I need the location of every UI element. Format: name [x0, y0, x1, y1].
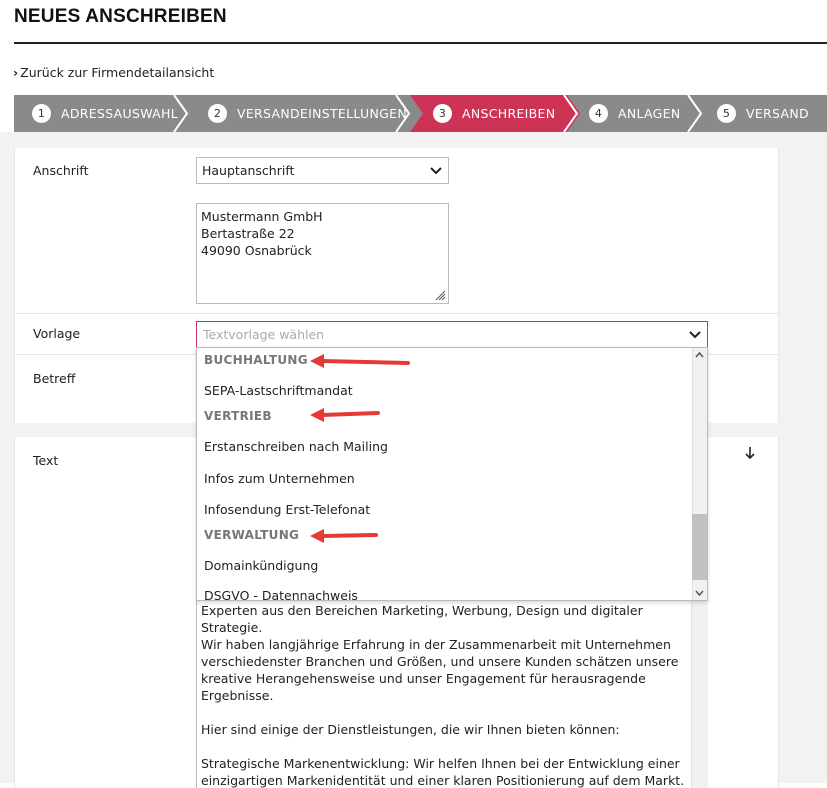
step-label: VERSAND: [746, 106, 809, 121]
dropdown-option[interactable]: SEPA-Lastschriftmandat: [204, 383, 353, 398]
text-line: einzigartigen Markenidentität und einer …: [201, 773, 685, 788]
step-number: 5: [717, 104, 736, 123]
text-line: Experten aus den Bereichen Marketing, We…: [201, 603, 643, 635]
panel-top-gutter: [14, 132, 779, 148]
text-line: kreative Herangehensweise und unser Enga…: [201, 671, 646, 686]
text-line: Hier sind einige der Dienstleistungen, d…: [201, 722, 620, 737]
chevron-down-icon: [689, 330, 701, 338]
red-arrow-icon: [310, 529, 378, 543]
text-line: Wir haben langjährige Erfahrung in der Z…: [201, 637, 671, 652]
dropdown-option[interactable]: Infosendung Erst-Telefonat: [204, 502, 370, 517]
anschrift-selected-value: Hauptanschrift: [202, 163, 295, 178]
chevron-down-icon: [430, 166, 442, 174]
back-to-company-link[interactable]: › Zurück zur Firmendetailansicht: [13, 65, 214, 80]
step-separator-icon: [563, 95, 579, 132]
wizard-stepper: 1 ADRESSAUSWAHL 2 VERSANDEINSTELLUNGEN 3…: [14, 95, 827, 132]
panel-left-gutter: [0, 132, 14, 783]
template-select[interactable]: Textvorlage wählen: [196, 321, 708, 348]
betreff-label: Betreff: [33, 371, 76, 386]
step-label: ANLAGEN: [618, 106, 681, 121]
step-number: 3: [433, 104, 452, 123]
text-line: Strategische Markenentwicklung: Wir helf…: [201, 756, 680, 771]
back-link-label: Zurück zur Firmendetailansicht: [20, 65, 215, 80]
step-label: ADRESSAUSWAHL: [61, 106, 178, 121]
dropdown-option[interactable]: DSGVO - Datennachweis: [204, 588, 358, 600]
dropdown-group-header: VERWALTUNG: [204, 528, 300, 542]
dropdown-option[interactable]: Domainkündigung: [204, 558, 318, 573]
address-line: 49090 Osnabrück: [201, 243, 312, 258]
scroll-down-button[interactable]: [692, 586, 707, 600]
step-number: 2: [208, 104, 227, 123]
template-placeholder: Textvorlage wählen: [203, 327, 325, 342]
step-dispatch[interactable]: 5 VERSAND: [717, 95, 809, 132]
template-dropdown-list: BUCHHALTUNG SEPA-Lastschriftmandat VERTR…: [196, 347, 708, 601]
anschrift-select[interactable]: Hauptanschrift: [196, 157, 449, 184]
step-number: 4: [589, 104, 608, 123]
address-line: Bertastraße 22: [201, 226, 295, 241]
red-arrow-icon: [310, 354, 410, 368]
dropdown-group-header: VERTRIEB: [204, 409, 272, 423]
step-attachments[interactable]: 4 ANLAGEN: [589, 95, 681, 132]
anschrift-label: Anschrift: [33, 163, 89, 178]
text-line: Ergebnisse.: [201, 688, 274, 703]
row-divider: [14, 313, 779, 314]
dropdown-option[interactable]: Erstanschreiben nach Mailing: [204, 439, 388, 454]
step-address-selection[interactable]: 1 ADRESSAUSWAHL: [32, 95, 178, 132]
text-line: verschiedenster Branchen und Größen, und…: [201, 654, 679, 669]
chevron-down-icon: [695, 590, 704, 596]
step-number: 1: [32, 104, 51, 123]
dropdown-scroll-thumb[interactable]: [692, 514, 707, 580]
step-shipping-settings[interactable]: 2 VERSANDEINSTELLUNGEN: [208, 95, 407, 132]
dropdown-group-header: BUCHHALTUNG: [204, 353, 308, 367]
step-separator-icon: [687, 95, 703, 132]
address-line: Mustermann GmbH: [201, 209, 323, 224]
step-label: ANSCHREIBEN: [462, 106, 556, 121]
address-textarea[interactable]: Mustermann GmbH Bertastraße 22 49090 Osn…: [196, 203, 449, 304]
chevron-up-icon: [695, 352, 704, 358]
text-scrollbar[interactable]: [691, 598, 708, 788]
scroll-up-button[interactable]: [692, 348, 707, 362]
letter-text-editor[interactable]: Experten aus den Bereichen Marketing, We…: [196, 598, 708, 788]
step-letter[interactable]: 3 ANSCHREIBEN: [433, 95, 555, 132]
red-arrow-icon: [310, 408, 380, 422]
title-divider: [14, 42, 827, 44]
chevron-right-icon: ›: [13, 65, 19, 80]
vorlage-label: Vorlage: [33, 326, 81, 341]
step-label: VERSANDEINSTELLUNGEN: [237, 106, 407, 121]
dropdown-option[interactable]: Infos zum Unternehmen: [204, 471, 355, 486]
resize-grip-icon[interactable]: [434, 289, 446, 301]
arrow-down-icon[interactable]: [744, 446, 756, 460]
panel-right-gutter: [779, 132, 827, 783]
page-title: NEUES ANSCHREIBEN: [14, 6, 227, 27]
text-label: Text: [33, 453, 59, 468]
